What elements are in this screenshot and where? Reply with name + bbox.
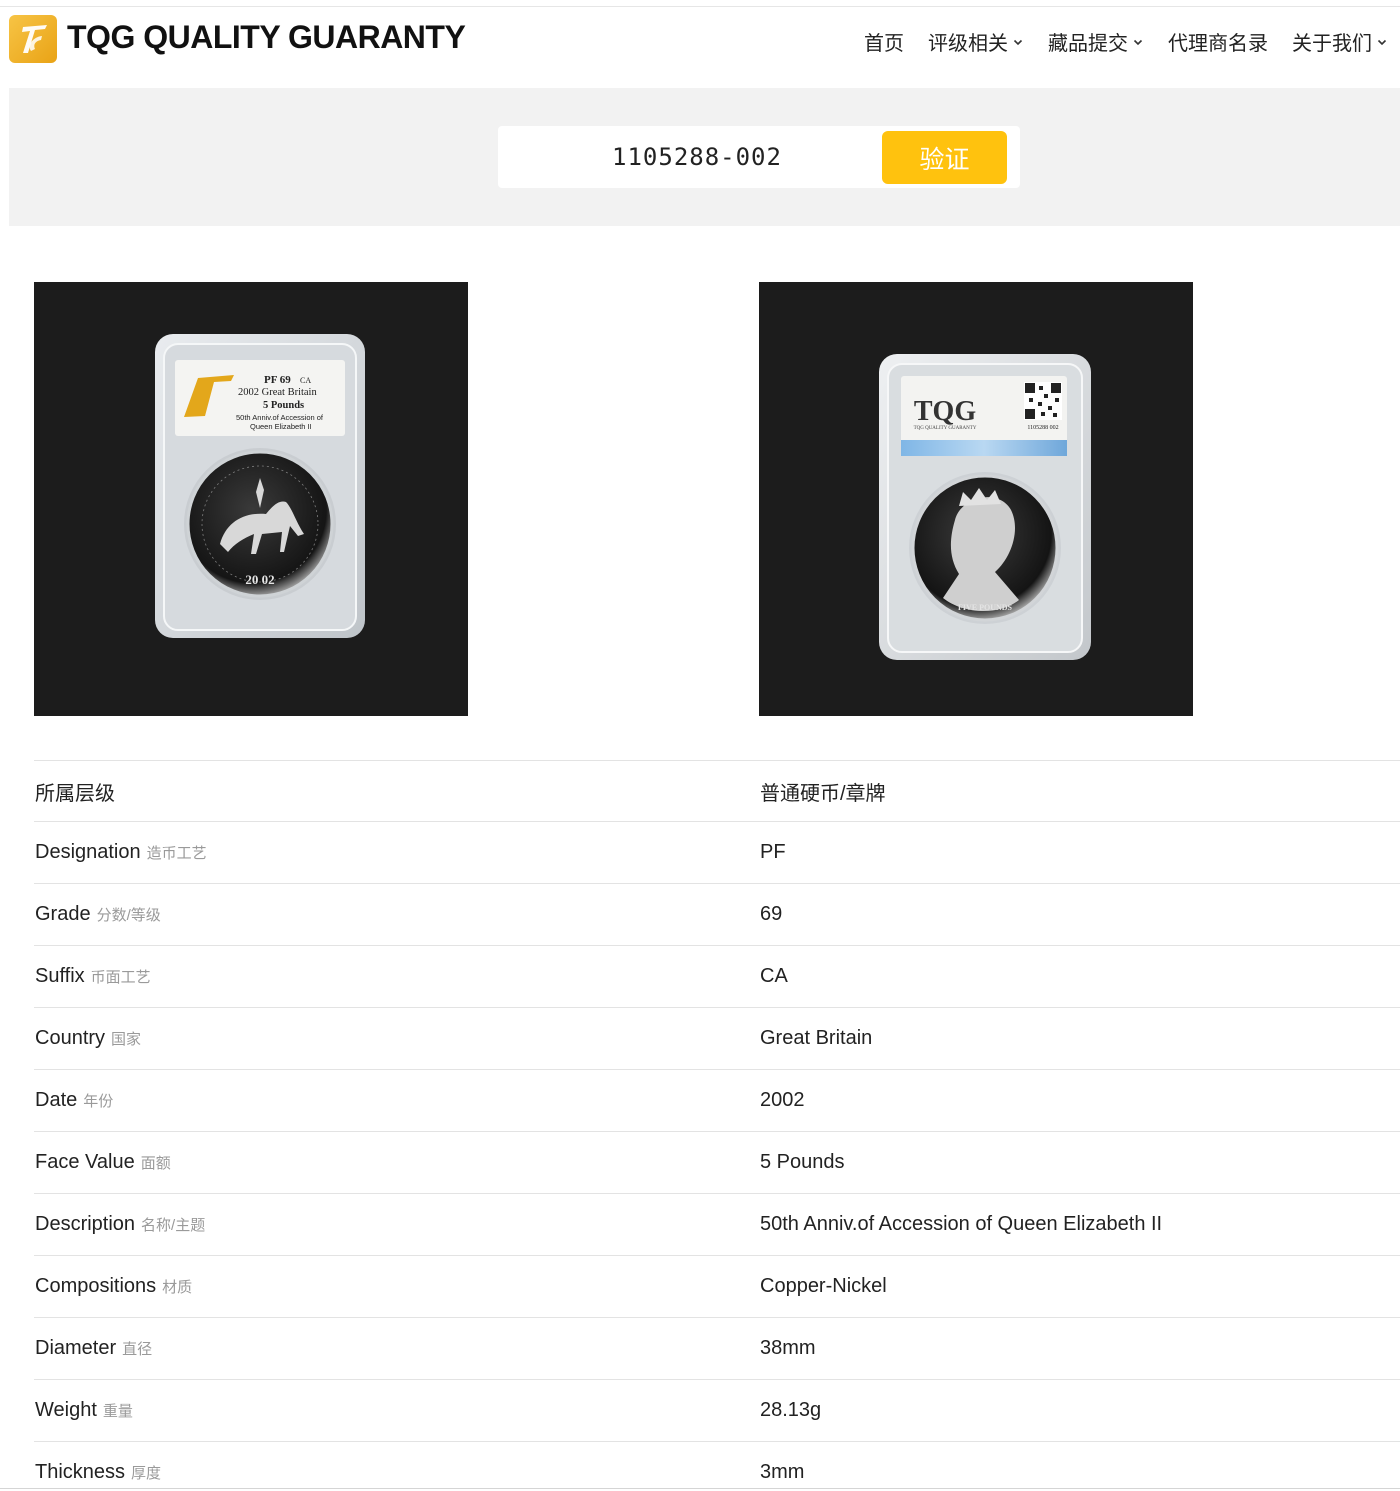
label-line5: Queen Elizabeth II: [250, 422, 312, 431]
table-row: Compositions 材质 Copper-Nickel: [34, 1255, 1400, 1317]
nav-item-label: 评级相关: [928, 33, 1008, 55]
row-label: Date: [35, 1089, 78, 1111]
row-value: 2002: [760, 1089, 805, 1111]
qr-code-icon: [1024, 382, 1062, 420]
row-label: Face Value: [35, 1151, 135, 1173]
row-label: Country: [35, 1027, 106, 1049]
row-label: Diameter: [35, 1337, 117, 1359]
nav-item-label: 藏品提交: [1048, 33, 1128, 55]
table-row: Suffix 币面工艺 CA: [34, 945, 1400, 1007]
row-value: 38mm: [760, 1337, 816, 1359]
nav-item-submission[interactable]: 藏品提交: [1048, 27, 1144, 56]
row-label: Suffix: [35, 965, 85, 987]
coin-photo-reverse[interactable]: TQG TQG QUALITY GUARANTY 1105288 002 FIV…: [759, 282, 1193, 716]
site-header: TQG QUALITY GUARANTY 首页 评级相关 藏品提交 代理商名录 …: [0, 7, 1400, 88]
row-value: Copper-Nickel: [760, 1275, 887, 1297]
row-label-cn: 材质: [162, 1279, 193, 1296]
row-label: Grade: [35, 903, 91, 925]
table-row: Weight 重量 28.13g: [34, 1379, 1400, 1441]
row-label-cn: 造币工艺: [146, 845, 207, 862]
cert-number-input[interactable]: [498, 126, 888, 188]
row-label: Thickness: [35, 1461, 126, 1483]
row-value: 50th Anniv.of Accession of Queen Elizabe…: [760, 1213, 1163, 1235]
label-line3: 5 Pounds: [263, 400, 304, 411]
row-value: Great Britain: [760, 1027, 873, 1049]
nav-item-grading[interactable]: 评级相关: [928, 27, 1024, 56]
nav-item-label: 关于我们: [1292, 33, 1372, 55]
chevron-down-icon: [1012, 36, 1024, 48]
table-row: Description 名称/主题 50th Anniv.of Accession…: [34, 1193, 1400, 1255]
row-label-cn: 名称/主题: [141, 1217, 206, 1234]
table-row: Face Value 面额 5 Pounds: [34, 1131, 1400, 1193]
row-value: 5 Pounds: [760, 1151, 845, 1173]
row-label: Description: [35, 1213, 136, 1235]
nav-item-label: 代理商名录: [1168, 33, 1268, 55]
chevron-down-icon: [1132, 36, 1144, 48]
row-label: 所属层级: [35, 782, 115, 805]
row-label-cn: 币面工艺: [90, 969, 151, 986]
table-row: Grade 分数/等级 69: [34, 883, 1400, 945]
table-row: Diameter 直径 38mm: [34, 1317, 1400, 1379]
label-line4: 50th Anniv.of Accession of: [236, 413, 324, 422]
row-label-cn: 直径: [122, 1341, 153, 1358]
nav-item-label: 首页: [864, 33, 904, 55]
coin-text: FIVE POUNDS: [958, 603, 1013, 612]
row-label: Weight: [35, 1399, 97, 1421]
label-brand-sub: TQG QUALITY GUARANTY: [914, 426, 977, 431]
row-label-cn: 面额: [140, 1155, 171, 1172]
coin-photo-obverse[interactable]: PF 69 CA 2002 Great Britain 5 Pounds 50t…: [34, 282, 468, 716]
search-box: 验证: [498, 126, 1020, 188]
row-value: PF: [760, 841, 786, 863]
search-band: 验证: [9, 88, 1400, 226]
row-value: 28.13g: [760, 1399, 822, 1421]
chevron-down-icon: [1376, 36, 1388, 48]
details-table: 所属层级 普通硬币/章牌 Designation 造币工艺 PF Grade 分数/…: [34, 760, 1400, 1491]
label-line2: 2002 Great Britain: [238, 387, 317, 398]
table-row: Designation 造币工艺 PF: [34, 821, 1400, 883]
row-value: CA: [760, 965, 788, 987]
label-grade: PF 69: [264, 374, 291, 386]
table-row: Country 国家 Great Britain: [34, 1007, 1400, 1069]
nav-item-dealers[interactable]: 代理商名录: [1168, 27, 1268, 56]
row-label-cn: 分数/等级: [96, 907, 161, 924]
row-label-cn: 重量: [102, 1403, 133, 1420]
coin-year: 20 02: [245, 572, 274, 587]
label-cert-no: 1105288 002: [1027, 425, 1058, 431]
nav-item-about[interactable]: 关于我们: [1292, 27, 1388, 56]
main-nav: 首页 评级相关 藏品提交 代理商名录 关于我们: [840, 27, 1388, 56]
tqg-logo-icon[interactable]: [9, 15, 57, 63]
table-row: 所属层级 普通硬币/章牌: [34, 760, 1400, 821]
table-row: Date 年份 2002: [34, 1069, 1400, 1131]
nav-item-home[interactable]: 首页: [864, 27, 904, 56]
row-label: Compositions: [35, 1275, 157, 1297]
row-label: Designation: [35, 841, 141, 863]
brand-name[interactable]: TQG QUALITY GUARANTY: [67, 19, 466, 56]
verify-button[interactable]: 验证: [882, 131, 1007, 184]
bottom-divider: [0, 1488, 1400, 1489]
row-label-cn: 年份: [83, 1093, 114, 1110]
table-row: Thickness 厚度 3mm: [34, 1441, 1400, 1491]
row-label-cn: 国家: [111, 1031, 142, 1048]
row-value: 普通硬币/章牌: [760, 782, 886, 805]
row-label-cn: 厚度: [131, 1465, 162, 1482]
label-suffix: CA: [300, 376, 311, 385]
row-value: 69: [760, 903, 783, 925]
row-value: 3mm: [760, 1461, 805, 1483]
label-brand: TQG: [914, 396, 976, 427]
